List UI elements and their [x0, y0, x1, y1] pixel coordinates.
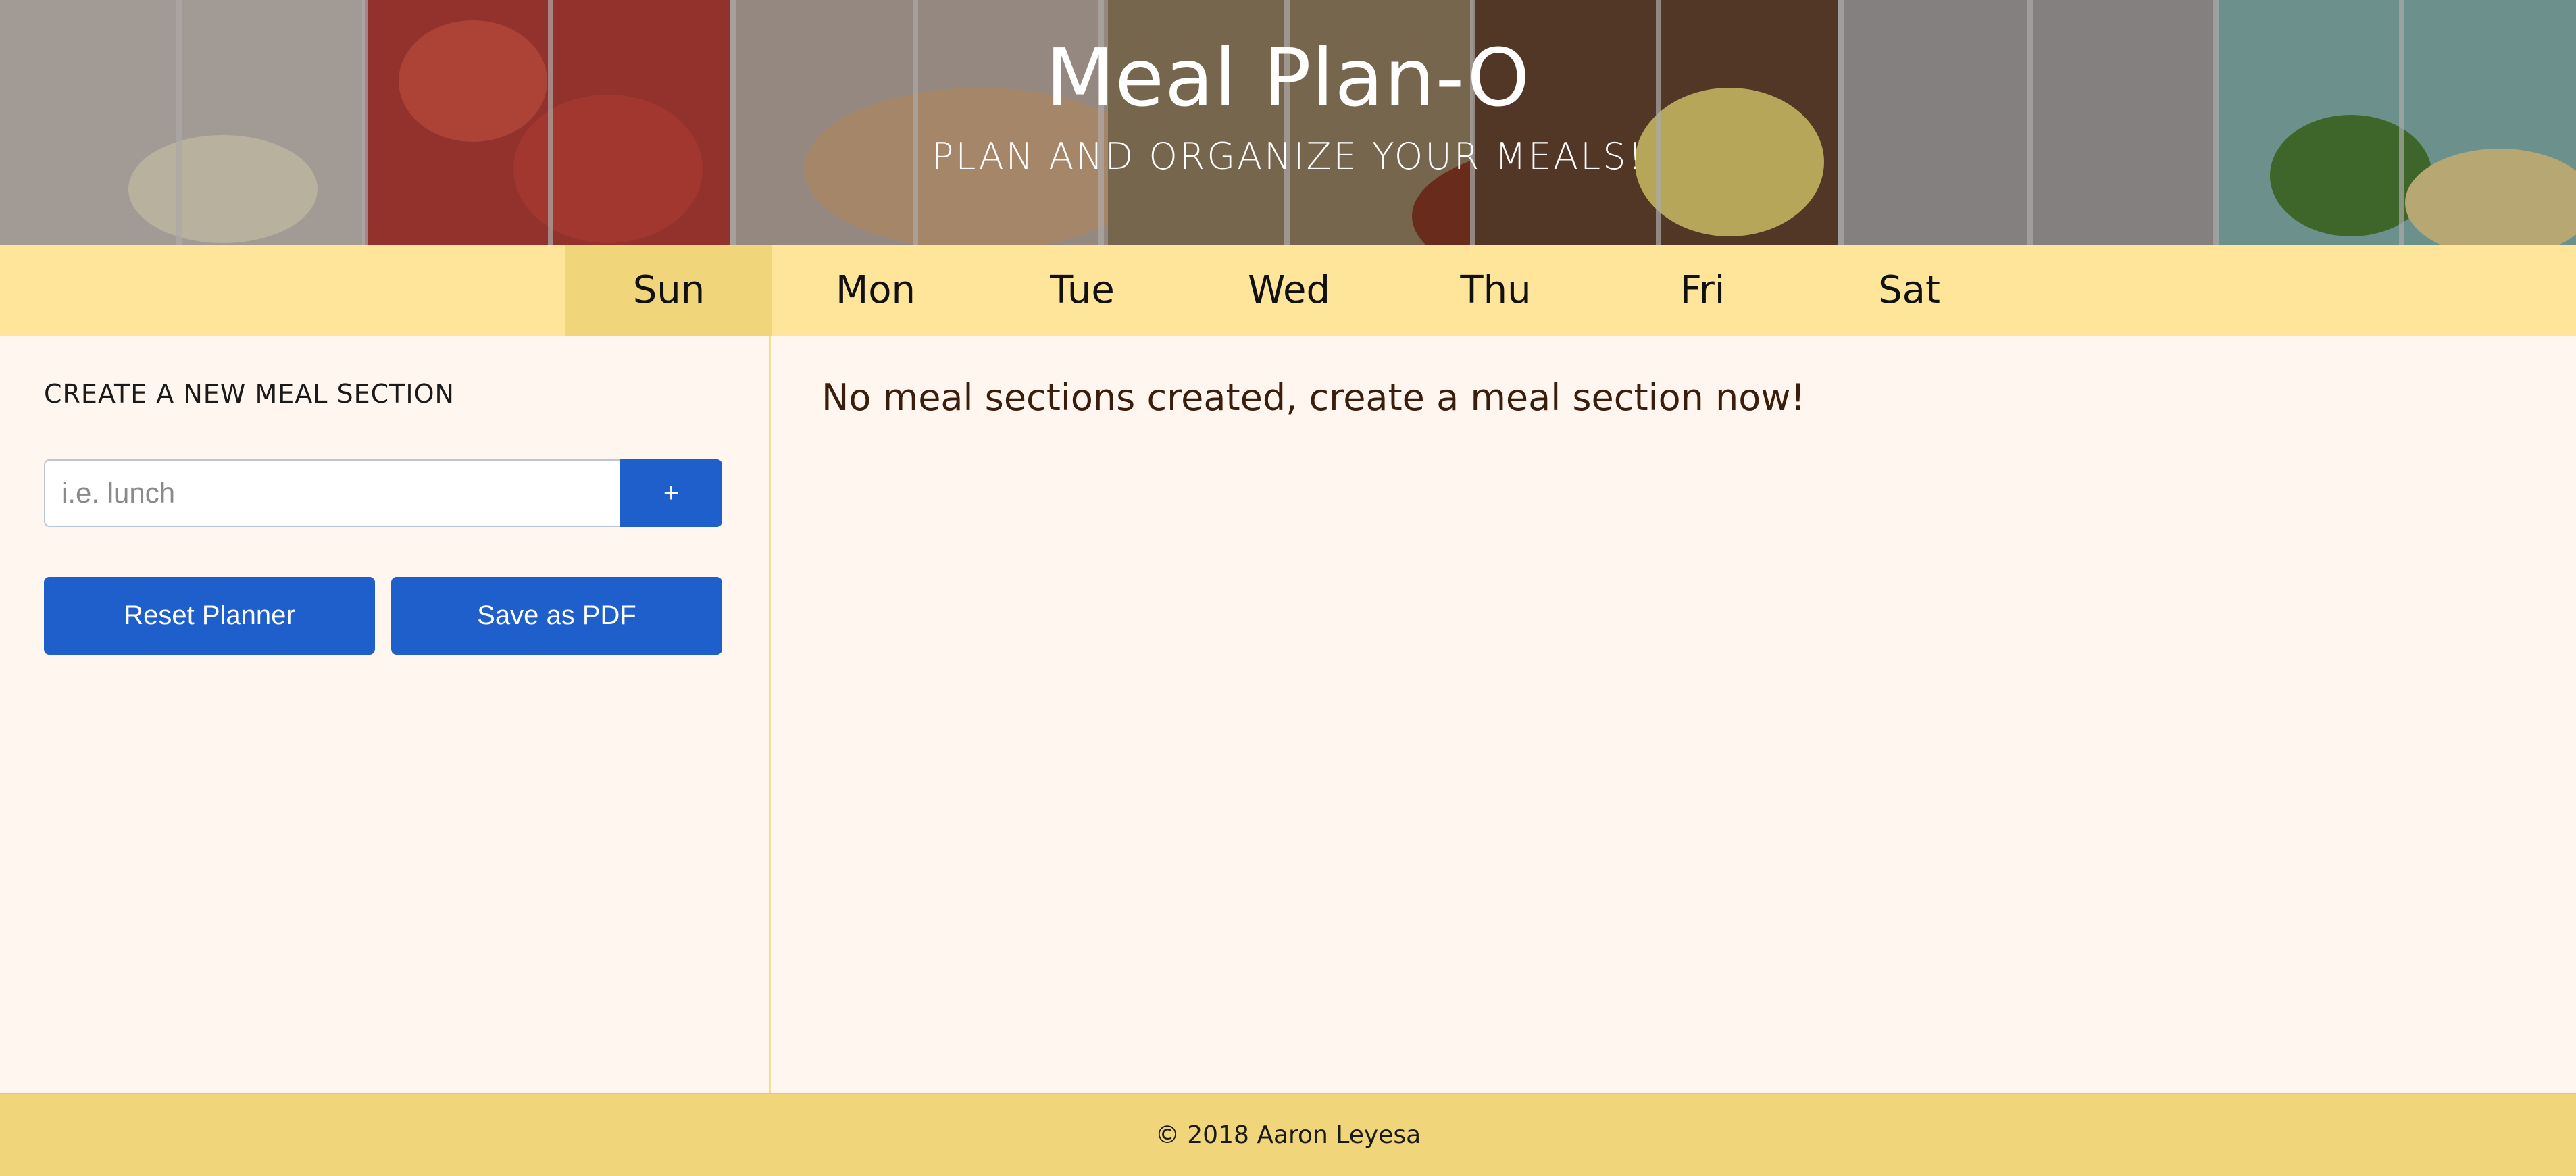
header-banner: Meal Plan-O PLAN AND ORGANIZE YOUR MEALS…: [0, 0, 2576, 245]
tab-thu[interactable]: Thu: [1392, 245, 1599, 336]
tab-fri[interactable]: Fri: [1599, 245, 1806, 336]
tab-wed[interactable]: Wed: [1186, 245, 1392, 336]
day-tabs: Sun Mon Tue Wed Thu Fri Sat: [0, 245, 2576, 336]
sidebar: CREATE A NEW MEAL SECTION + Reset Planne…: [0, 336, 771, 1093]
app-subtitle: PLAN AND ORGANIZE YOUR MEALS!: [931, 135, 1645, 178]
copyright-text: © 2018 Aaron Leyesa: [1155, 1121, 1421, 1149]
app-title: Meal Plan-O: [1045, 31, 1531, 124]
meal-section-input[interactable]: [44, 459, 621, 527]
tab-mon[interactable]: Mon: [772, 245, 979, 336]
meal-sections-panel: No meal sections created, create a meal …: [772, 336, 2576, 1093]
footer: © 2018 Aaron Leyesa: [0, 1093, 2576, 1176]
empty-state-message: No meal sections created, create a meal …: [822, 376, 1806, 419]
reset-planner-button[interactable]: Reset Planner: [44, 577, 375, 655]
tab-sat[interactable]: Sat: [1806, 245, 2013, 336]
tab-tue[interactable]: Tue: [979, 245, 1186, 336]
save-as-pdf-button[interactable]: Save as PDF: [391, 577, 722, 655]
add-meal-section-button[interactable]: +: [620, 459, 722, 527]
create-section-heading: CREATE A NEW MEAL SECTION: [44, 379, 455, 409]
tab-sun[interactable]: Sun: [565, 245, 772, 336]
